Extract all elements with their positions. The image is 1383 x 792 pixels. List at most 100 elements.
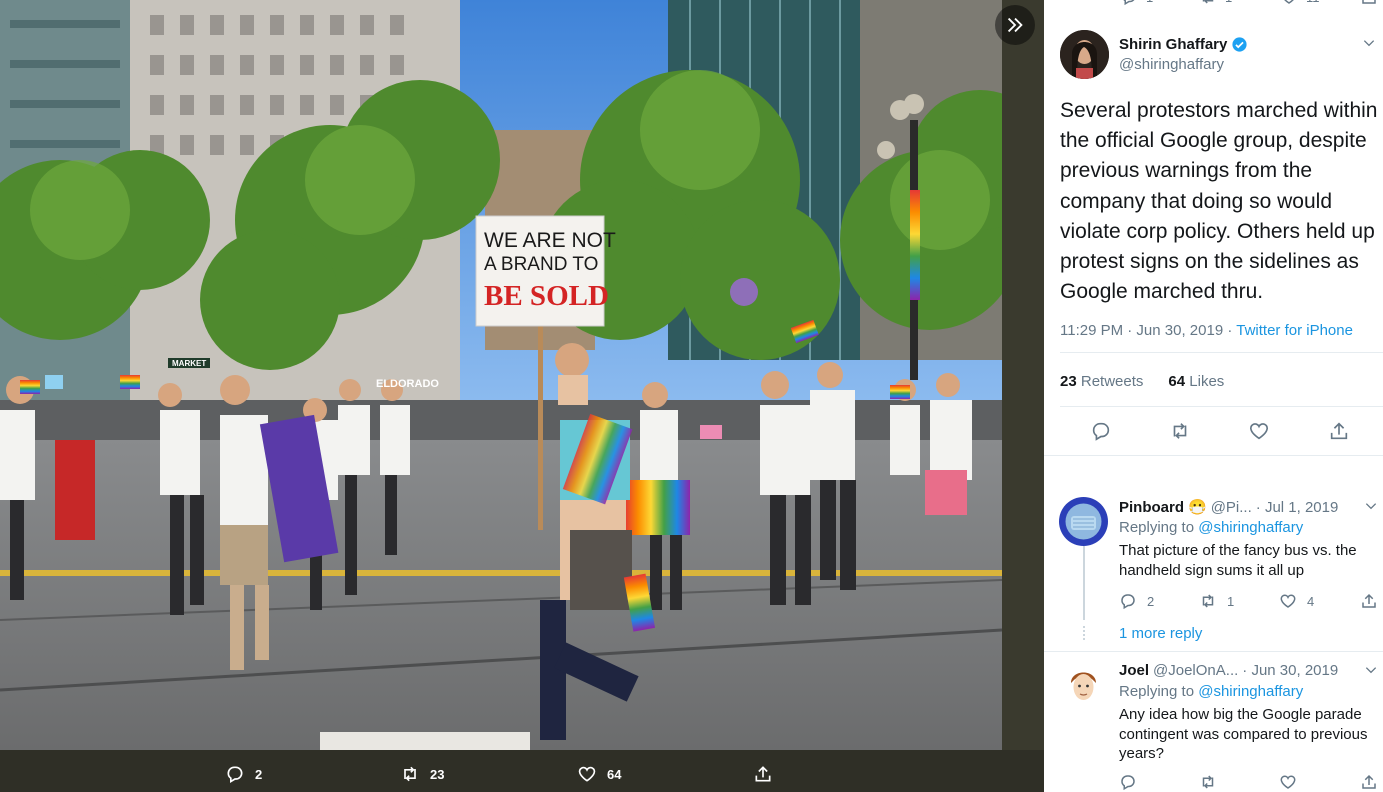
reply-actions: 2 1 4 [1119, 592, 1383, 612]
retweet-icon [1173, 423, 1187, 439]
mask-emoji: 😷 [1188, 499, 1207, 516]
tweet-source-link[interactable]: Twitter for iPhone [1236, 322, 1353, 339]
like-button[interactable] [1279, 773, 1297, 791]
prev-retweet-count: 1 [1225, 0, 1232, 5]
share-button[interactable] [1360, 773, 1378, 791]
prev-like-button[interactable]: 11 [1280, 0, 1320, 6]
divider [1044, 651, 1383, 652]
replying-to: Replying to @shiringhaffary [1119, 683, 1303, 700]
like-button[interactable] [1248, 420, 1270, 447]
share-icon [1362, 593, 1376, 608]
retweet-icon [1202, 0, 1214, 4]
retweets-count: 23 [1060, 373, 1077, 390]
reply-date[interactable]: · Jun 30, 2019 [1242, 662, 1338, 679]
chevron-down-icon [1365, 503, 1377, 510]
reply-header: Joel @JoelOnA... · Jun 30, 2019 [1119, 662, 1338, 679]
reply-author-handle[interactable]: @Pi... [1211, 499, 1252, 516]
sign-line-1: WE ARE NOT [484, 229, 616, 252]
reply-icon [1092, 422, 1110, 441]
media-share-button[interactable] [753, 764, 773, 784]
prev-reply-button[interactable]: 1 [1120, 0, 1153, 6]
share-icon [755, 766, 771, 782]
thread-dots [1083, 626, 1085, 640]
prev-retweet-button[interactable]: 1 [1199, 0, 1232, 6]
avatar[interactable] [1059, 661, 1108, 710]
media-retweet-count: 23 [430, 766, 445, 782]
reply-date[interactable]: · Jul 1, 2019 [1256, 499, 1339, 516]
media-reply-button[interactable]: 2 [225, 764, 262, 784]
share-button[interactable] [1328, 420, 1350, 447]
retweet-icon [404, 766, 416, 782]
likes-count: 64 [1168, 373, 1186, 390]
replying-to: Replying to @shiringhaffary [1119, 519, 1303, 536]
retweets-stat[interactable]: 23 Retweets [1060, 373, 1143, 390]
like-count: 4 [1307, 593, 1315, 609]
divider [1060, 352, 1383, 353]
heart-icon [1284, 0, 1294, 4]
main-tweet-actions [1044, 420, 1383, 444]
prev-reply-count: 1 [1146, 0, 1153, 5]
retweet-icon [1202, 775, 1214, 789]
share-icon [1362, 0, 1376, 4]
tweet-detail-panel: 1 1 11 [1044, 0, 1383, 792]
store-sign-text: ELDORADO [376, 378, 439, 390]
expand-details-button[interactable] [995, 5, 1035, 45]
reply-button[interactable] [1119, 773, 1137, 791]
chevron-down-icon [1363, 40, 1375, 47]
reply-button[interactable] [1090, 420, 1112, 447]
verified-badge-icon [1232, 37, 1247, 52]
reply-icon [227, 766, 243, 783]
replying-to-link[interactable]: @shiringhaffary [1198, 519, 1303, 536]
retweet-button[interactable] [1169, 420, 1191, 447]
reply-text: That picture of the fancy bus vs. the ha… [1119, 542, 1357, 579]
retweet-button[interactable]: 1 [1199, 592, 1234, 610]
more-replies-link[interactable]: 1 more reply [1119, 625, 1202, 642]
tweet-timestamp[interactable]: 11:29 PM · Jun 30, 2019 · [1060, 322, 1232, 339]
reply-author-name[interactable]: Joel [1119, 662, 1149, 679]
reply-icon [1121, 775, 1135, 791]
retweet-button[interactable] [1199, 773, 1217, 791]
avatar[interactable] [1060, 30, 1109, 79]
reply-author-name[interactable]: Pinboard [1119, 499, 1184, 516]
sign-line-3: BE SOLD [484, 280, 609, 312]
media-reply-count: 2 [255, 766, 263, 782]
tweet-menu-button[interactable] [1362, 36, 1376, 55]
reply-menu-button[interactable] [1364, 499, 1378, 518]
joel-avatar [1059, 661, 1108, 710]
prev-like-count: 11 [1306, 0, 1320, 5]
reply-menu-button[interactable] [1364, 663, 1378, 682]
reply-icon [1123, 0, 1135, 6]
divider [1060, 406, 1383, 407]
sign-line-2: A BRAND TO [484, 254, 598, 275]
avatar-portrait [1060, 30, 1109, 79]
replying-to-link[interactable]: @shiringhaffary [1198, 683, 1303, 700]
reply-button[interactable]: 2 [1119, 592, 1154, 610]
likes-label: Likes [1189, 373, 1225, 390]
heart-icon [578, 766, 596, 782]
media-action-bar: 2 23 64 [0, 750, 1044, 792]
chevron-down-icon [1365, 667, 1377, 674]
tweet-stats: 23 Retweets 64 Likes [1060, 373, 1224, 390]
author-handle[interactable]: @shiringhaffary [1119, 56, 1224, 73]
tweet-media-modal: MARKET ELDORADO WE ARE NOT A BRAND TO BE… [0, 0, 1383, 792]
tweet-text: Several protestors marched within the of… [1060, 99, 1378, 304]
reply-header: Pinboard 😷 @Pi... · Jul 1, 2019 [1119, 498, 1339, 517]
author-name[interactable]: Shirin Ghaffary [1119, 36, 1248, 53]
heart-icon [1280, 594, 1296, 608]
retweet-icon [1202, 594, 1214, 608]
share-icon [1330, 422, 1348, 440]
media-like-button[interactable]: 64 [577, 764, 621, 784]
parade-scene: MARKET ELDORADO WE ARE NOT A BRAND TO BE… [0, 0, 1002, 750]
likes-stat[interactable]: 64 Likes [1168, 373, 1224, 390]
media-viewer: MARKET ELDORADO WE ARE NOT A BRAND TO BE… [0, 0, 1044, 792]
reply-count: 2 [1147, 593, 1155, 609]
media-retweet-button[interactable]: 23 [400, 764, 444, 784]
media-like-count: 64 [607, 766, 622, 782]
like-button[interactable]: 4 [1279, 592, 1314, 610]
reply-author-handle[interactable]: @JoelOnA... [1153, 662, 1238, 679]
retweets-label: Retweets [1080, 373, 1144, 390]
avatar[interactable] [1059, 497, 1108, 546]
reply-actions [1119, 773, 1383, 792]
share-button[interactable] [1360, 592, 1378, 610]
prev-share-button[interactable] [1360, 0, 1378, 6]
